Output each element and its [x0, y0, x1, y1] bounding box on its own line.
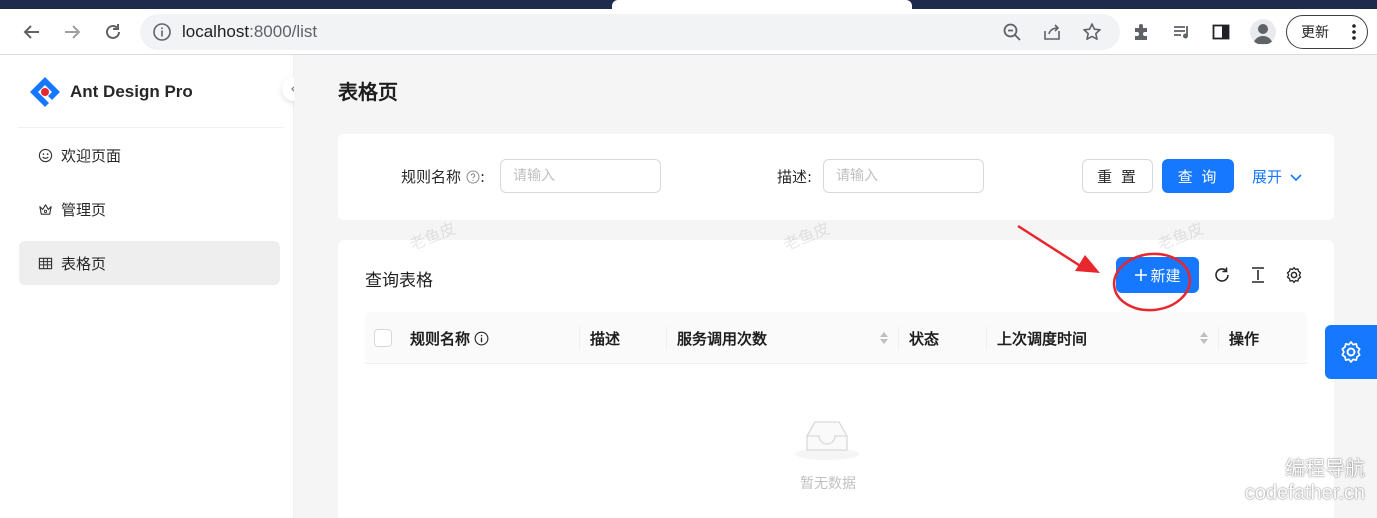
sidebar-item-label: 表格页: [61, 254, 107, 273]
new-rule-button[interactable]: 新建: [1116, 257, 1199, 293]
forward-arrow-icon[interactable]: [60, 20, 84, 44]
column-divider: [898, 326, 899, 350]
column-divider: [666, 326, 667, 350]
reload-icon[interactable]: [101, 20, 125, 44]
profile-avatar-icon[interactable]: [1250, 19, 1276, 45]
reading-list-icon[interactable]: [1171, 21, 1193, 43]
desc-input[interactable]: 请输入: [823, 159, 984, 193]
bookmark-star-icon[interactable]: [1082, 22, 1102, 42]
browser-toolbar: localhost:8000/list 更新: [0, 9, 1377, 55]
more-vert-icon: [1351, 24, 1357, 44]
plus-icon: [1135, 269, 1148, 281]
expand-link[interactable]: 展开: [1252, 166, 1304, 187]
reload-table-icon[interactable]: [1212, 265, 1232, 285]
reset-button[interactable]: 重 置: [1082, 159, 1153, 193]
settings-drawer-button[interactable]: [1325, 325, 1377, 379]
chevron-down-icon: [1290, 173, 1302, 181]
back-arrow-icon[interactable]: [20, 20, 44, 44]
select-all-checkbox[interactable]: [374, 329, 392, 347]
extensions-puzzle-icon[interactable]: [1131, 21, 1153, 43]
column-header-actions: 操作: [1229, 329, 1260, 348]
sidebar-item-label: 欢迎页面: [61, 146, 122, 165]
column-header-label: 规则名称: [410, 329, 471, 348]
column-divider: [1218, 326, 1219, 350]
sidebar-item-admin[interactable]: 管理页: [19, 187, 280, 231]
sidebar: Ant Design Pro 欢迎页面 管理页 表格页: [0, 55, 306, 518]
rule-name-label-text: 规则名称: [401, 168, 462, 186]
search-form-card: 规则名称 : 请输入 描述: 请输入 重 置 查 询 展开: [338, 134, 1334, 220]
sidebar-item-table[interactable]: 表格页: [19, 241, 280, 285]
rule-name-colon: :: [480, 167, 486, 186]
corner-watermark-title: 编程导航: [1285, 458, 1365, 480]
expand-link-label: 展开: [1252, 168, 1283, 186]
address-bar[interactable]: localhost:8000/list: [140, 14, 1120, 50]
zoom-icon[interactable]: [1002, 22, 1022, 42]
column-header-last-schedule[interactable]: 上次调度时间: [997, 312, 1087, 364]
url-text: localhost:8000/list: [182, 22, 318, 41]
column-header-desc: 描述: [590, 329, 621, 348]
query-button[interactable]: 查 询: [1162, 159, 1234, 193]
question-circle-icon[interactable]: [466, 170, 480, 184]
column-header-status: 状态: [909, 329, 940, 348]
gear-icon: [1341, 341, 1361, 363]
app-logo[interactable]: Ant Design Pro: [28, 75, 193, 109]
crown-icon: [37, 201, 53, 217]
table-icon: [37, 255, 53, 271]
empty-text: 暂无数据: [800, 476, 856, 492]
sidebar-item-welcome[interactable]: 欢迎页面: [19, 133, 280, 177]
corner-watermark-url: codefather.cn: [1244, 482, 1365, 504]
column-height-icon[interactable]: [1248, 265, 1268, 285]
logo-divider: [18, 127, 284, 128]
browser-active-tab[interactable]: [612, 0, 912, 9]
share-icon[interactable]: [1042, 22, 1062, 42]
side-panel-icon[interactable]: [1210, 21, 1232, 43]
desc-label: 描述:: [777, 168, 813, 186]
setting-icon[interactable]: [1284, 265, 1304, 285]
column-header-call-count[interactable]: 服务调用次数: [677, 312, 767, 364]
sort-icon[interactable]: [1199, 329, 1209, 347]
column-divider: [579, 326, 580, 350]
column-divider: [986, 326, 987, 350]
browser-update-button[interactable]: 更新: [1286, 15, 1368, 49]
main-content: 表格页 规则名称 : 请输入 描述: 请输入 重 置 查 询 展开 查询表格 新…: [294, 55, 1377, 518]
rule-name-input[interactable]: 请输入: [500, 159, 661, 193]
table-card: 查询表格 新建 规则名称 描述 服务调用次数 状态 上次调度时间 操作 暂无数据: [338, 240, 1334, 518]
page-title: 表格页: [338, 80, 398, 104]
app-title: Ant Design Pro: [70, 82, 193, 101]
table-header: 规则名称 描述 服务调用次数 状态 上次调度时间 操作: [365, 312, 1307, 364]
ant-design-logo-icon: [30, 77, 60, 107]
sort-icon[interactable]: [879, 329, 889, 347]
site-info-icon[interactable]: [152, 22, 172, 42]
smile-icon: [37, 147, 53, 163]
browser-tab-strip: [0, 0, 1377, 9]
rule-name-label: 规则名称 :: [401, 166, 485, 187]
sidebar-item-label: 管理页: [61, 200, 107, 219]
empty-inbox-icon: [793, 408, 879, 468]
new-button-label: 新建: [1150, 266, 1181, 285]
info-circle-icon[interactable]: [474, 331, 489, 346]
table-title: 查询表格: [365, 271, 433, 291]
column-header-rule-name[interactable]: 规则名称: [410, 312, 489, 364]
